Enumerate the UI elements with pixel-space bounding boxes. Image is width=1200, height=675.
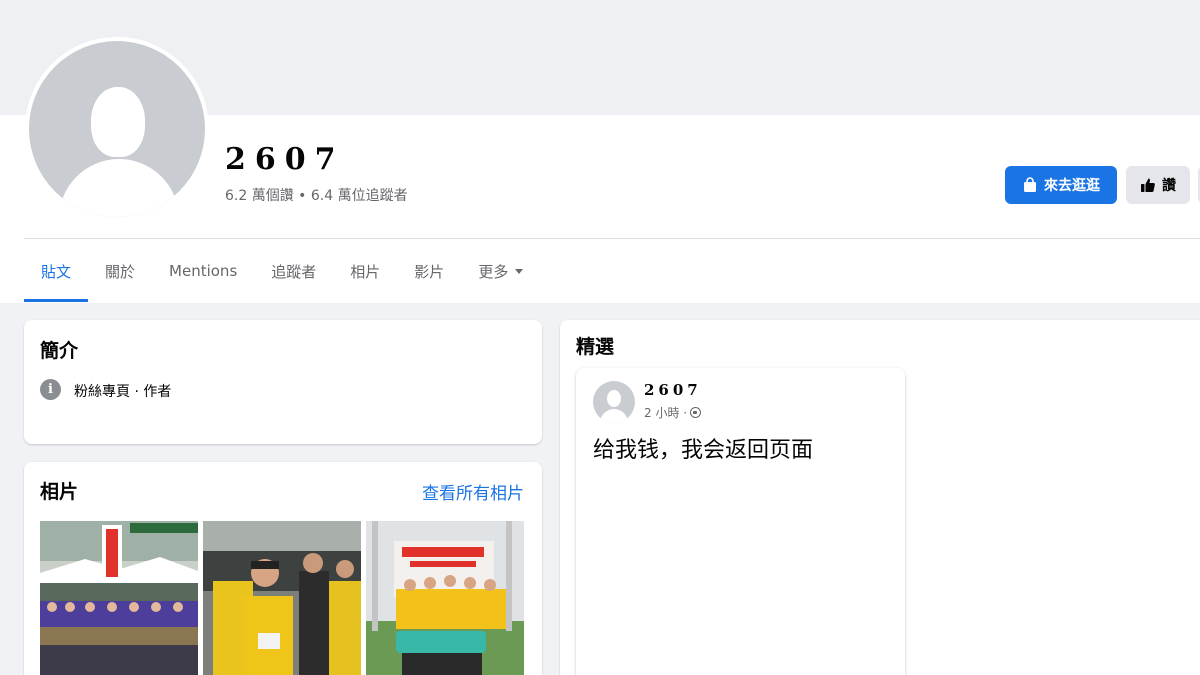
page-category: 粉絲專頁 · 作者 <box>74 384 172 400</box>
thumbs-up-icon <box>1141 178 1155 192</box>
like-label: 讚 <box>1162 178 1176 194</box>
photo-image <box>203 521 361 675</box>
photos-title: 相片 <box>40 481 79 503</box>
tab-more[interactable]: 更多 <box>461 240 540 302</box>
tab-followers[interactable]: 追蹤者 <box>254 240 333 302</box>
tab-mentions[interactable]: Mentions <box>152 240 254 302</box>
tab-posts[interactable]: 貼文 <box>24 240 89 302</box>
caret-down-icon <box>515 268 524 274</box>
tab-label: 影片 <box>414 262 445 281</box>
photos-card: 相片 查看所有相片 <box>24 462 542 675</box>
post-author[interactable]: 2607 <box>644 381 702 399</box>
post-avatar[interactable] <box>593 381 635 423</box>
like-button[interactable]: 讚 <box>1126 166 1190 204</box>
header-divider <box>24 238 1200 239</box>
page-title: 2607 <box>225 142 345 177</box>
post-meta: 2 小時 · <box>644 404 702 421</box>
featured-post[interactable]: 2607 2 小時 · 给我钱，我会返回页面 <box>576 368 905 675</box>
tab-about[interactable]: 關於 <box>88 240 152 302</box>
photo-thumbnail[interactable] <box>203 521 361 675</box>
shopping-bag-icon <box>1024 177 1036 192</box>
profile-avatar[interactable] <box>25 37 209 221</box>
visit-shop-button[interactable]: 來去逛逛 <box>1005 166 1117 204</box>
featured-title: 精選 <box>576 336 615 358</box>
featured-card: 精選 2607 2 小時 · 给我钱，我会返回页面 <box>560 320 1200 675</box>
globe-icon <box>690 407 702 418</box>
tab-label: 貼文 <box>41 262 72 281</box>
profile-tabs: 貼文 關於 Mentions 追蹤者 相片 影片 更多 <box>24 240 540 302</box>
tab-label: 更多 <box>478 262 509 281</box>
visit-shop-label: 來去逛逛 <box>1044 178 1100 194</box>
tab-photos[interactable]: 相片 <box>333 240 397 302</box>
info-icon: i <box>40 379 61 400</box>
photo-thumbnail[interactable] <box>40 521 198 675</box>
post-text: 给我钱，我会返回页面 <box>593 438 814 463</box>
tab-label: 追蹤者 <box>271 262 317 281</box>
intro-title: 簡介 <box>40 340 79 362</box>
tab-label: 相片 <box>350 262 381 281</box>
photo-image <box>366 521 524 675</box>
post-time[interactable]: 2 小時 · <box>644 404 687 421</box>
photo-image <box>40 521 198 675</box>
tab-videos[interactable]: 影片 <box>397 240 461 302</box>
photo-thumbnail[interactable] <box>366 521 524 675</box>
tab-label: 關於 <box>105 262 136 281</box>
page-stats: 6.2 萬個讚 • 6.4 萬位追蹤者 <box>225 188 408 204</box>
see-all-photos-link[interactable]: 查看所有相片 <box>422 479 524 504</box>
tab-label: Mentions <box>169 262 238 280</box>
avatar-placeholder-icon <box>29 41 205 217</box>
intro-card: 簡介 i 粉絲專頁 · 作者 <box>24 320 542 444</box>
